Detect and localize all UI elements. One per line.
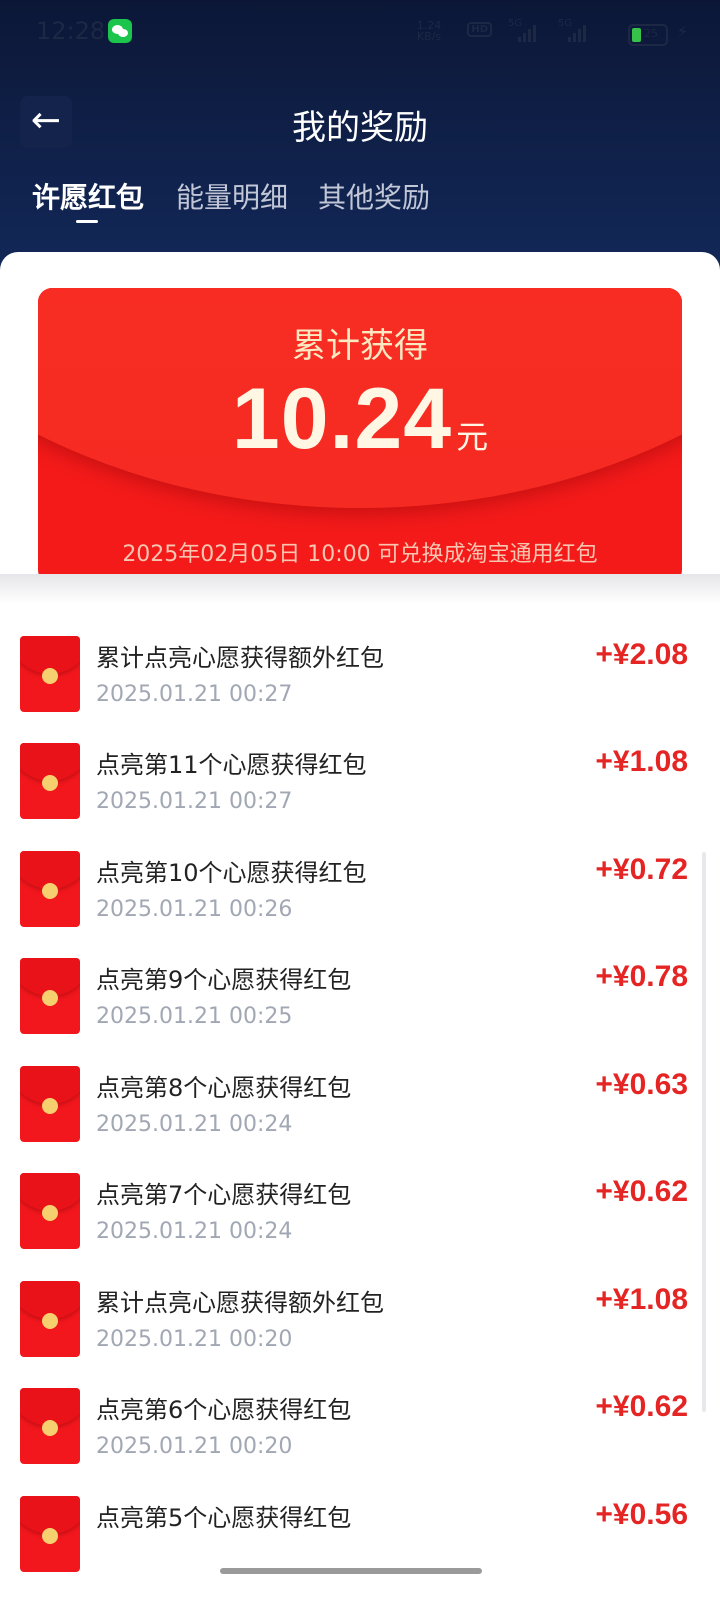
signal-icon: 5G (558, 18, 588, 42)
total-reward-card: 累计获得 10.24 元 2025年02月05日 10:00 可兑换成淘宝通用红包 (38, 288, 682, 584)
red-envelope-icon (20, 743, 80, 819)
scrollbar[interactable] (702, 852, 706, 1412)
red-envelope-icon (20, 1066, 80, 1142)
item-title: 点亮第7个心愿获得红包 (96, 1181, 352, 1209)
item-title: 点亮第6个心愿获得红包 (96, 1396, 352, 1424)
list-item[interactable]: 点亮第5个心愿获得红包 +¥0.56 (0, 1468, 720, 1576)
list-item[interactable]: 点亮第11个心愿获得红包 2025.01.21 00:27 +¥1.08 (0, 715, 720, 823)
card-shadow (0, 574, 720, 604)
red-envelope-icon (20, 636, 80, 712)
list-item[interactable]: 累计点亮心愿获得额外红包 2025.01.21 00:27 +¥2.08 (0, 608, 720, 716)
content-panel: 累计获得 10.24 元 2025年02月05日 10:00 可兑换成淘宝通用红包… (0, 252, 720, 1600)
list-item[interactable]: 点亮第10个心愿获得红包 2025.01.21 00:26 +¥0.72 (0, 823, 720, 931)
item-title: 累计点亮心愿获得额外红包 (96, 1289, 384, 1317)
list-item[interactable]: 点亮第7个心愿获得红包 2025.01.21 00:24 +¥0.62 (0, 1145, 720, 1253)
tab-indicator (76, 220, 98, 223)
item-amount: +¥0.63 (595, 1068, 688, 1101)
battery-level: 25 (644, 27, 658, 40)
tab-energy-details[interactable]: 能量明细 (176, 176, 288, 216)
hd-badge: HD (467, 22, 492, 37)
item-amount: +¥0.72 (595, 853, 688, 886)
item-title: 点亮第9个心愿获得红包 (96, 966, 352, 994)
red-envelope-icon (20, 1496, 80, 1572)
wechat-icon (108, 19, 132, 43)
red-envelope-icon (20, 1388, 80, 1464)
battery-icon: 25 (628, 24, 668, 46)
item-amount: +¥0.62 (595, 1390, 688, 1423)
total-amount-unit: 元 (456, 418, 489, 456)
item-amount: +¥1.08 (595, 1283, 688, 1316)
red-envelope-icon (20, 1281, 80, 1357)
tab-wish-red-packet[interactable]: 许愿红包 (32, 176, 144, 216)
item-amount: +¥0.78 (595, 960, 688, 993)
list-item[interactable]: 累计点亮心愿获得额外红包 2025.01.21 00:20 +¥1.08 (0, 1253, 720, 1361)
list-item[interactable]: 点亮第9个心愿获得红包 2025.01.21 00:25 +¥0.78 (0, 930, 720, 1038)
item-date: 2025.01.21 00:20 (96, 1434, 293, 1459)
item-date: 2025.01.21 00:24 (96, 1219, 293, 1244)
item-amount: +¥2.08 (595, 638, 688, 671)
charging-icon: ⚡ (676, 22, 688, 41)
red-envelope-icon (20, 851, 80, 927)
item-date: 2025.01.21 00:20 (96, 1327, 293, 1352)
tab-other-rewards[interactable]: 其他奖励 (318, 176, 430, 216)
list-item[interactable]: 点亮第6个心愿获得红包 2025.01.21 00:20 +¥0.62 (0, 1360, 720, 1468)
red-envelope-icon (20, 958, 80, 1034)
total-label: 累计获得 (292, 326, 428, 366)
item-date: 2025.01.21 00:24 (96, 1112, 293, 1137)
item-amount: +¥0.62 (595, 1175, 688, 1208)
redeem-note: 2025年02月05日 10:00 可兑换成淘宝通用红包 (122, 542, 598, 567)
status-bar: 12:28 1.24 KB/s HD 5G 5G 25 ⚡ (0, 0, 720, 64)
item-amount: +¥1.08 (595, 745, 688, 778)
item-date: 2025.01.21 00:27 (96, 789, 293, 814)
item-amount: +¥0.56 (595, 1498, 688, 1531)
page-title: 我的奖励 (292, 108, 428, 148)
item-title: 累计点亮心愿获得额外红包 (96, 644, 384, 672)
total-amount-value: 10.24 (231, 371, 453, 467)
list-item[interactable]: 点亮第8个心愿获得红包 2025.01.21 00:24 +¥0.63 (0, 1038, 720, 1146)
home-indicator[interactable] (220, 1568, 482, 1574)
signal-icon: 5G (508, 18, 538, 42)
item-date: 2025.01.21 00:27 (96, 682, 293, 707)
red-envelope-icon (20, 1173, 80, 1249)
item-date: 2025.01.21 00:25 (96, 1004, 293, 1029)
status-time: 12:28 (36, 17, 106, 45)
item-title: 点亮第10个心愿获得红包 (96, 859, 367, 887)
network-speed: 1.24 KB/s (416, 19, 442, 43)
item-title: 点亮第8个心愿获得红包 (96, 1074, 352, 1102)
item-title: 点亮第5个心愿获得红包 (96, 1504, 352, 1532)
item-date: 2025.01.21 00:26 (96, 897, 293, 922)
item-title: 点亮第11个心愿获得红包 (96, 751, 367, 779)
total-amount: 10.24 元 (38, 370, 682, 469)
